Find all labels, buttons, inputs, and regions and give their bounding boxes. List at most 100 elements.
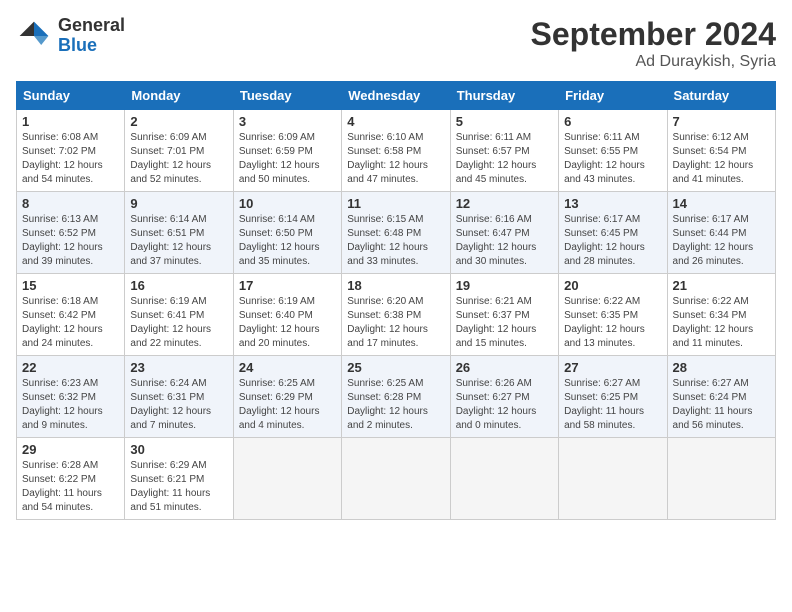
location: Ad Duraykish, Syria: [531, 53, 776, 71]
day-cell-15: 15 Sunrise: 6:18 AM Sunset: 6:42 PM Dayl…: [17, 274, 125, 356]
day-info: Sunrise: 6:29 AM Sunset: 6:21 PM Dayligh…: [130, 459, 227, 515]
day-number: 20: [564, 278, 661, 293]
logo: General Blue: [16, 16, 125, 56]
day-number: 4: [347, 114, 444, 129]
day-header-sunday: Sunday: [17, 82, 125, 110]
title-block: September 2024 Ad Duraykish, Syria: [531, 16, 776, 71]
day-number: 19: [456, 278, 553, 293]
day-cell-17: 17 Sunrise: 6:19 AM Sunset: 6:40 PM Dayl…: [233, 274, 341, 356]
day-number: 2: [130, 114, 227, 129]
empty-cell: [450, 438, 558, 520]
day-info: Sunrise: 6:26 AM Sunset: 6:27 PM Dayligh…: [456, 377, 553, 433]
day-info: Sunrise: 6:11 AM Sunset: 6:57 PM Dayligh…: [456, 131, 553, 187]
calendar-week-1: 1 Sunrise: 6:08 AM Sunset: 7:02 PM Dayli…: [17, 110, 776, 192]
day-cell-21: 21 Sunrise: 6:22 AM Sunset: 6:34 PM Dayl…: [667, 274, 775, 356]
day-info: Sunrise: 6:16 AM Sunset: 6:47 PM Dayligh…: [456, 213, 553, 269]
logo-blue: Blue: [58, 36, 125, 56]
day-cell-6: 6 Sunrise: 6:11 AM Sunset: 6:55 PM Dayli…: [559, 110, 667, 192]
empty-cell: [233, 438, 341, 520]
day-info: Sunrise: 6:20 AM Sunset: 6:38 PM Dayligh…: [347, 295, 444, 351]
day-cell-26: 26 Sunrise: 6:26 AM Sunset: 6:27 PM Dayl…: [450, 356, 558, 438]
empty-cell: [667, 438, 775, 520]
day-number: 12: [456, 196, 553, 211]
calendar-table: SundayMondayTuesdayWednesdayThursdayFrid…: [16, 81, 776, 520]
day-number: 9: [130, 196, 227, 211]
day-number: 8: [22, 196, 119, 211]
day-number: 17: [239, 278, 336, 293]
day-number: 7: [673, 114, 770, 129]
day-info: Sunrise: 6:19 AM Sunset: 6:40 PM Dayligh…: [239, 295, 336, 351]
day-cell-1: 1 Sunrise: 6:08 AM Sunset: 7:02 PM Dayli…: [17, 110, 125, 192]
day-number: 25: [347, 360, 444, 375]
day-number: 16: [130, 278, 227, 293]
logo-general: General: [58, 16, 125, 36]
day-cell-10: 10 Sunrise: 6:14 AM Sunset: 6:50 PM Dayl…: [233, 192, 341, 274]
day-cell-23: 23 Sunrise: 6:24 AM Sunset: 6:31 PM Dayl…: [125, 356, 233, 438]
day-number: 26: [456, 360, 553, 375]
calendar-week-2: 8 Sunrise: 6:13 AM Sunset: 6:52 PM Dayli…: [17, 192, 776, 274]
day-info: Sunrise: 6:22 AM Sunset: 6:34 PM Dayligh…: [673, 295, 770, 351]
day-cell-8: 8 Sunrise: 6:13 AM Sunset: 6:52 PM Dayli…: [17, 192, 125, 274]
day-info: Sunrise: 6:24 AM Sunset: 6:31 PM Dayligh…: [130, 377, 227, 433]
day-info: Sunrise: 6:22 AM Sunset: 6:35 PM Dayligh…: [564, 295, 661, 351]
day-cell-28: 28 Sunrise: 6:27 AM Sunset: 6:24 PM Dayl…: [667, 356, 775, 438]
day-info: Sunrise: 6:28 AM Sunset: 6:22 PM Dayligh…: [22, 459, 119, 515]
day-number: 30: [130, 442, 227, 457]
day-number: 18: [347, 278, 444, 293]
day-cell-16: 16 Sunrise: 6:19 AM Sunset: 6:41 PM Dayl…: [125, 274, 233, 356]
day-header-friday: Friday: [559, 82, 667, 110]
day-number: 13: [564, 196, 661, 211]
day-cell-24: 24 Sunrise: 6:25 AM Sunset: 6:29 PM Dayl…: [233, 356, 341, 438]
day-info: Sunrise: 6:25 AM Sunset: 6:29 PM Dayligh…: [239, 377, 336, 433]
day-info: Sunrise: 6:14 AM Sunset: 6:50 PM Dayligh…: [239, 213, 336, 269]
day-number: 28: [673, 360, 770, 375]
day-number: 11: [347, 196, 444, 211]
day-cell-5: 5 Sunrise: 6:11 AM Sunset: 6:57 PM Dayli…: [450, 110, 558, 192]
day-info: Sunrise: 6:08 AM Sunset: 7:02 PM Dayligh…: [22, 131, 119, 187]
calendar-header-row: SundayMondayTuesdayWednesdayThursdayFrid…: [17, 82, 776, 110]
day-info: Sunrise: 6:27 AM Sunset: 6:25 PM Dayligh…: [564, 377, 661, 433]
day-info: Sunrise: 6:21 AM Sunset: 6:37 PM Dayligh…: [456, 295, 553, 351]
day-info: Sunrise: 6:14 AM Sunset: 6:51 PM Dayligh…: [130, 213, 227, 269]
day-cell-19: 19 Sunrise: 6:21 AM Sunset: 6:37 PM Dayl…: [450, 274, 558, 356]
day-cell-7: 7 Sunrise: 6:12 AM Sunset: 6:54 PM Dayli…: [667, 110, 775, 192]
day-cell-20: 20 Sunrise: 6:22 AM Sunset: 6:35 PM Dayl…: [559, 274, 667, 356]
day-cell-27: 27 Sunrise: 6:27 AM Sunset: 6:25 PM Dayl…: [559, 356, 667, 438]
day-number: 15: [22, 278, 119, 293]
day-info: Sunrise: 6:27 AM Sunset: 6:24 PM Dayligh…: [673, 377, 770, 433]
day-number: 27: [564, 360, 661, 375]
day-info: Sunrise: 6:11 AM Sunset: 6:55 PM Dayligh…: [564, 131, 661, 187]
day-info: Sunrise: 6:19 AM Sunset: 6:41 PM Dayligh…: [130, 295, 227, 351]
day-info: Sunrise: 6:10 AM Sunset: 6:58 PM Dayligh…: [347, 131, 444, 187]
day-number: 5: [456, 114, 553, 129]
day-info: Sunrise: 6:09 AM Sunset: 7:01 PM Dayligh…: [130, 131, 227, 187]
day-info: Sunrise: 6:25 AM Sunset: 6:28 PM Dayligh…: [347, 377, 444, 433]
day-cell-13: 13 Sunrise: 6:17 AM Sunset: 6:45 PM Dayl…: [559, 192, 667, 274]
month-title: September 2024: [531, 16, 776, 53]
day-number: 22: [22, 360, 119, 375]
day-cell-18: 18 Sunrise: 6:20 AM Sunset: 6:38 PM Dayl…: [342, 274, 450, 356]
day-cell-11: 11 Sunrise: 6:15 AM Sunset: 6:48 PM Dayl…: [342, 192, 450, 274]
day-cell-22: 22 Sunrise: 6:23 AM Sunset: 6:32 PM Dayl…: [17, 356, 125, 438]
day-cell-29: 29 Sunrise: 6:28 AM Sunset: 6:22 PM Dayl…: [17, 438, 125, 520]
day-number: 21: [673, 278, 770, 293]
empty-cell: [342, 438, 450, 520]
day-cell-14: 14 Sunrise: 6:17 AM Sunset: 6:44 PM Dayl…: [667, 192, 775, 274]
day-info: Sunrise: 6:17 AM Sunset: 6:44 PM Dayligh…: [673, 213, 770, 269]
day-cell-30: 30 Sunrise: 6:29 AM Sunset: 6:21 PM Dayl…: [125, 438, 233, 520]
day-info: Sunrise: 6:09 AM Sunset: 6:59 PM Dayligh…: [239, 131, 336, 187]
calendar-week-4: 22 Sunrise: 6:23 AM Sunset: 6:32 PM Dayl…: [17, 356, 776, 438]
day-cell-3: 3 Sunrise: 6:09 AM Sunset: 6:59 PM Dayli…: [233, 110, 341, 192]
day-cell-2: 2 Sunrise: 6:09 AM Sunset: 7:01 PM Dayli…: [125, 110, 233, 192]
day-cell-12: 12 Sunrise: 6:16 AM Sunset: 6:47 PM Dayl…: [450, 192, 558, 274]
day-number: 24: [239, 360, 336, 375]
day-info: Sunrise: 6:13 AM Sunset: 6:52 PM Dayligh…: [22, 213, 119, 269]
day-info: Sunrise: 6:12 AM Sunset: 6:54 PM Dayligh…: [673, 131, 770, 187]
day-number: 6: [564, 114, 661, 129]
calendar-week-5: 29 Sunrise: 6:28 AM Sunset: 6:22 PM Dayl…: [17, 438, 776, 520]
calendar-week-3: 15 Sunrise: 6:18 AM Sunset: 6:42 PM Dayl…: [17, 274, 776, 356]
day-header-tuesday: Tuesday: [233, 82, 341, 110]
day-number: 1: [22, 114, 119, 129]
day-info: Sunrise: 6:15 AM Sunset: 6:48 PM Dayligh…: [347, 213, 444, 269]
page-header: General Blue September 2024 Ad Duraykish…: [16, 16, 776, 71]
